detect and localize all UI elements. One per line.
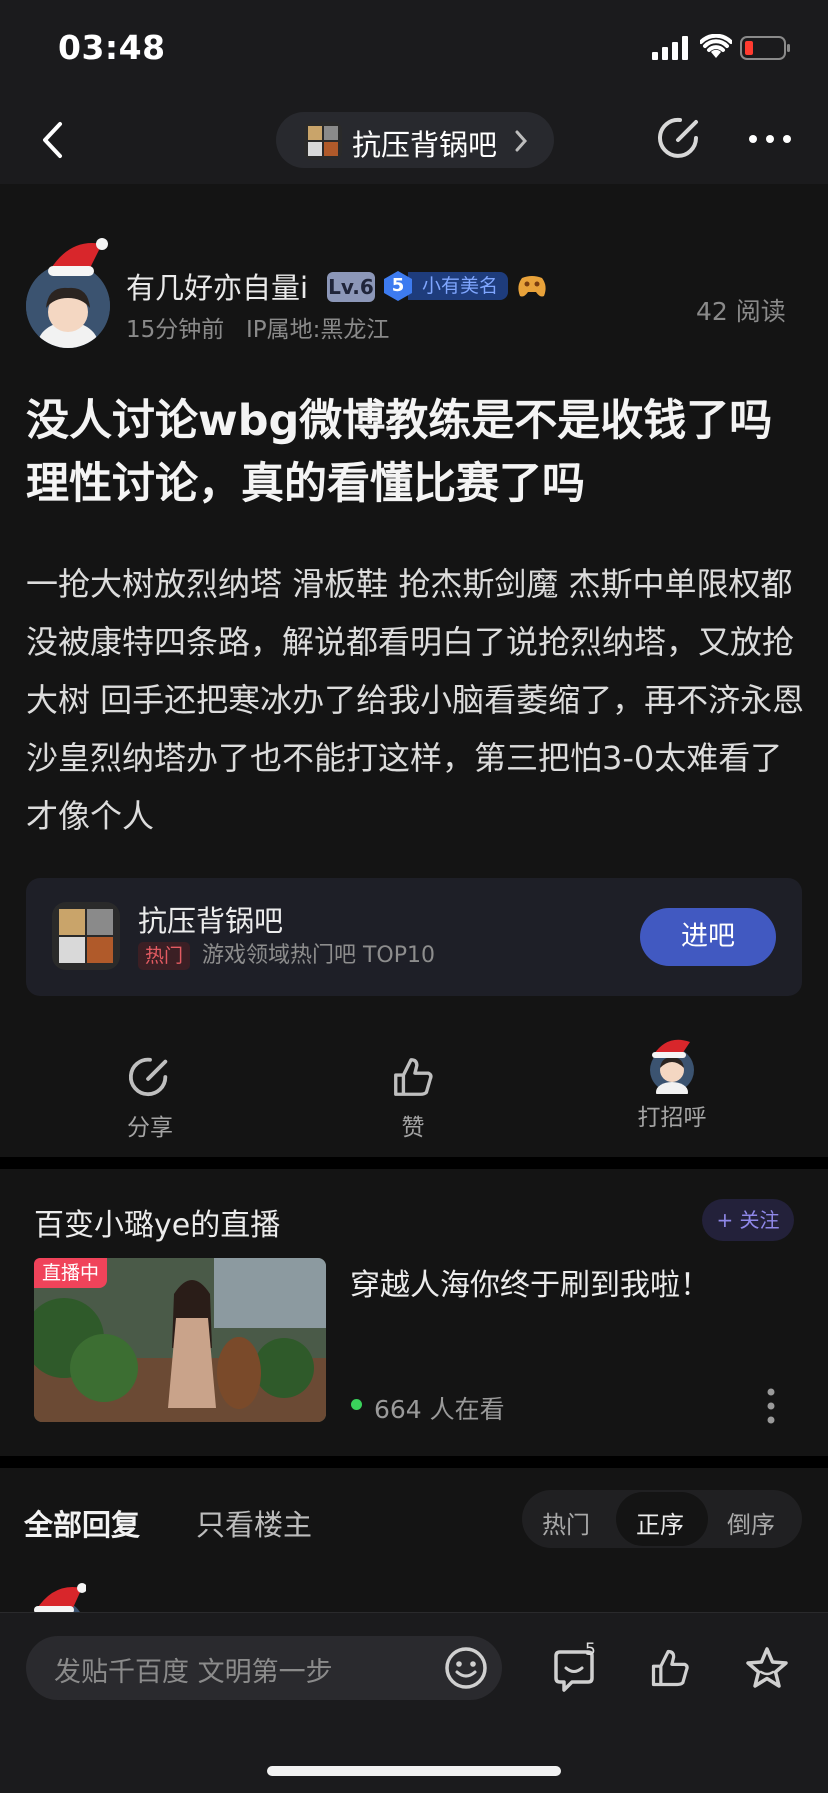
game-controller-icon — [516, 272, 548, 300]
tab-op-only[interactable]: 只看楼主 — [196, 1502, 312, 1544]
greet-action-label: 打招呼 — [637, 1105, 707, 1131]
live-description[interactable]: 穿越人海你终于刷到我啦！ — [350, 1260, 710, 1304]
forum-rank: 游戏领域热门吧 TOP10 — [202, 943, 436, 968]
emoji-icon[interactable] — [444, 1646, 488, 1690]
live-section-title[interactable]: 百变小璐ye的直播 — [34, 1200, 280, 1244]
wifi-icon — [700, 34, 732, 60]
like-action-label: 赞 — [401, 1115, 425, 1141]
tab-all-replies[interactable]: 全部回复 — [24, 1502, 140, 1544]
post-body: 一抢大树放烈纳塔 滑板鞋 抢杰斯剑魔 杰斯中单限权都没被康特四条路，解说都看明白… — [26, 565, 805, 835]
back-icon[interactable] — [40, 120, 64, 160]
live-status-dot — [351, 1399, 362, 1410]
honor-level-icon: 5 — [382, 270, 414, 302]
like-action[interactable]: 赞 — [353, 1050, 473, 1141]
live-badge: 直播中 — [34, 1258, 108, 1288]
forum-card-logo-icon — [52, 902, 120, 970]
read-count: 42 阅读 — [696, 297, 786, 326]
level-badge: Lv.6 — [327, 272, 375, 302]
honor-badge-label: 小有美名 — [408, 272, 509, 300]
comment-count: 5 — [585, 1640, 596, 1660]
share-action-label: 分享 — [127, 1115, 173, 1141]
post-time: 15分钟前 — [126, 317, 225, 343]
section-divider — [0, 1456, 828, 1468]
author-name[interactable]: 有几好亦自量i — [126, 265, 308, 307]
thumbs-up-icon[interactable] — [648, 1646, 692, 1690]
battery-icon — [740, 36, 792, 60]
reply-avatar[interactable] — [30, 1578, 86, 1612]
sort-hot[interactable]: 热门 — [542, 1505, 590, 1540]
forum-card-name: 抗压背锅吧 — [138, 904, 284, 938]
sort-descending[interactable]: 倒序 — [727, 1505, 775, 1540]
forum-logo-icon — [304, 122, 342, 160]
honor-level-number: 5 — [391, 275, 405, 296]
join-forum-button[interactable]: 进吧 — [640, 908, 776, 966]
chevron-right-icon — [514, 130, 528, 152]
follow-button[interactable]: + 关注 — [702, 1199, 794, 1241]
status-time: 03:48 — [58, 28, 166, 67]
home-indicator — [267, 1766, 561, 1776]
more-vertical-icon[interactable] — [766, 1388, 776, 1424]
post-title: 没人讨论wbg微博教练是不是收钱了吗 理性讨论，真的看懂比赛了吗 — [26, 396, 773, 509]
hot-tag: 热门 — [138, 942, 191, 970]
greet-action[interactable]: 打招呼 — [612, 1036, 732, 1140]
greet-avatar-icon — [650, 1039, 694, 1094]
sort-ascending[interactable]: 正序 — [636, 1505, 684, 1540]
share-icon[interactable] — [656, 114, 704, 162]
star-icon[interactable] — [744, 1646, 790, 1690]
forum-title[interactable]: 抗压背锅吧 — [352, 122, 497, 164]
share-action[interactable]: 分享 — [90, 1050, 210, 1141]
reply-input-placeholder[interactable]: 发贴千百度 文明第一步 — [54, 1650, 333, 1689]
live-viewers: 664 人在看 — [374, 1395, 505, 1424]
ip-location: IP属地:黑龙江 — [246, 317, 390, 343]
santa-hat-icon — [46, 234, 108, 280]
signal-icon — [652, 36, 690, 60]
more-icon[interactable] — [748, 134, 792, 144]
section-divider — [0, 1157, 828, 1169]
